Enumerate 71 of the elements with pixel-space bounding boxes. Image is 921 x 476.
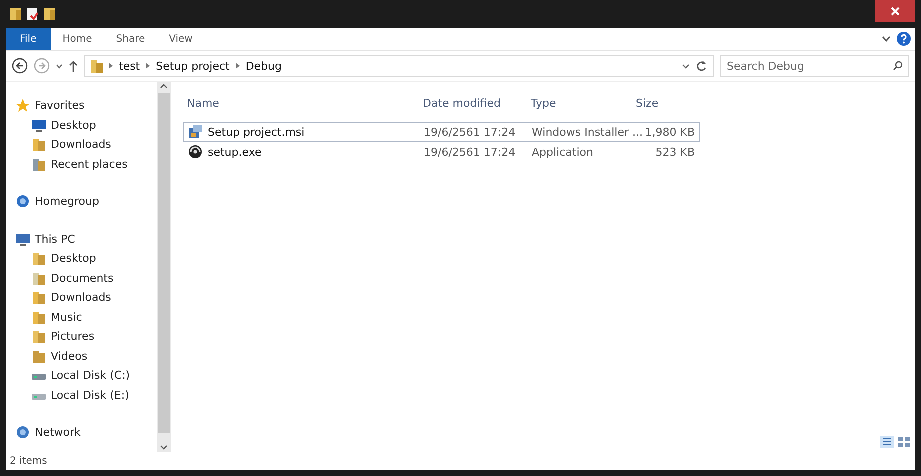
file-row[interactable]: setup.exe 19/6/2561 17:24 Application 523 KB — [183, 142, 700, 162]
sidebar-item[interactable]: Local Disk (E:) — [51, 388, 130, 402]
large-icons-view-icon[interactable] — [897, 436, 911, 448]
refresh-icon[interactable] — [696, 60, 707, 72]
close-icon — [890, 6, 900, 16]
status-text: 2 items — [10, 456, 48, 466]
computer-icon — [16, 232, 30, 246]
sidebar-item[interactable]: Pictures — [51, 330, 95, 344]
ribbon-tab[interactable]: Share — [104, 28, 158, 50]
folder-icon — [32, 158, 46, 171]
details-view-icon[interactable] — [880, 436, 894, 448]
sidebar-item[interactable]: Recent places — [51, 158, 128, 171]
chevron-down-icon[interactable] — [682, 64, 690, 68]
breadcrumb[interactable]: Setup project — [156, 60, 230, 72]
column-header[interactable]: Type — [531, 97, 556, 110]
properties-icon[interactable] — [27, 8, 38, 20]
table-cell: Setup project.msi — [208, 126, 305, 138]
ribbon-tab[interactable]: View — [157, 28, 205, 50]
sidebar-item[interactable]: Local Disk (C:) — [51, 369, 130, 382]
folder-icon — [32, 272, 46, 285]
folder-icon — [32, 330, 46, 344]
table-cell: Application — [532, 146, 594, 158]
installer-icon — [188, 125, 203, 139]
table-cell: 523 KB — [656, 146, 695, 158]
sidebar-item[interactable]: Music — [51, 310, 82, 324]
ribbon-tab[interactable]: File — [6, 28, 51, 50]
back-icon[interactable] — [12, 58, 28, 74]
folder-icon — [91, 60, 103, 72]
chevron-down-icon[interactable] — [160, 445, 168, 450]
breadcrumb[interactable]: test — [119, 60, 140, 72]
sidebar-item[interactable]: Network — [35, 426, 81, 440]
close-button[interactable] — [875, 0, 915, 22]
network-icon — [16, 195, 30, 208]
sidebar-item[interactable]: Favorites — [35, 99, 85, 112]
sidebar-item[interactable]: Downloads — [51, 291, 112, 304]
table-cell: Windows Installer ... — [532, 126, 643, 138]
setup-icon — [188, 145, 203, 159]
star-icon — [16, 99, 30, 112]
table-cell: setup.exe — [208, 146, 262, 158]
address-bar[interactable]: test Setup project Debug — [84, 55, 714, 77]
up-arrow-icon[interactable] — [69, 60, 78, 72]
breadcrumb[interactable]: Debug — [246, 60, 282, 72]
folder-icon — [32, 138, 46, 152]
folder-icon — [32, 291, 46, 304]
folder-icon — [32, 310, 46, 324]
chevron-down-icon[interactable] — [56, 64, 63, 68]
sidebar-item[interactable]: This PC — [35, 232, 76, 246]
column-header[interactable]: Name — [187, 97, 220, 110]
table-cell: 1,980 KB — [645, 126, 695, 138]
column-header[interactable]: Date modified — [423, 97, 501, 110]
column-header[interactable]: Size — [636, 97, 659, 110]
help-icon[interactable] — [897, 32, 911, 46]
sidebar-item[interactable]: Downloads — [51, 138, 112, 152]
chevron-down-icon[interactable] — [882, 36, 891, 42]
sidebar-item[interactable]: Desktop — [51, 252, 96, 266]
sidebar-item[interactable]: Videos — [51, 350, 88, 363]
monitor-icon — [32, 118, 46, 132]
table-cell: 19/6/2561 17:24 — [424, 146, 516, 158]
sidebar-item[interactable]: Homegroup — [35, 195, 100, 208]
table-cell: 19/6/2561 17:24 — [424, 126, 516, 138]
sidebar-item[interactable]: Desktop — [51, 118, 96, 132]
search-icon — [893, 61, 903, 71]
folder-icon — [32, 350, 46, 363]
globe-icon — [16, 426, 30, 440]
sidebar-item[interactable]: Documents — [51, 272, 114, 285]
chevron-up-icon[interactable] — [160, 84, 168, 89]
file-row[interactable]: Setup project.msi 19/6/2561 17:24 Windows Installer ... 1,980 KB — [183, 122, 700, 142]
folder-icon — [32, 252, 46, 266]
search-field[interactable]: Search Debug — [720, 55, 909, 77]
scrollbar[interactable] — [157, 82, 171, 452]
ribbon-tab[interactable]: Home — [50, 28, 104, 50]
